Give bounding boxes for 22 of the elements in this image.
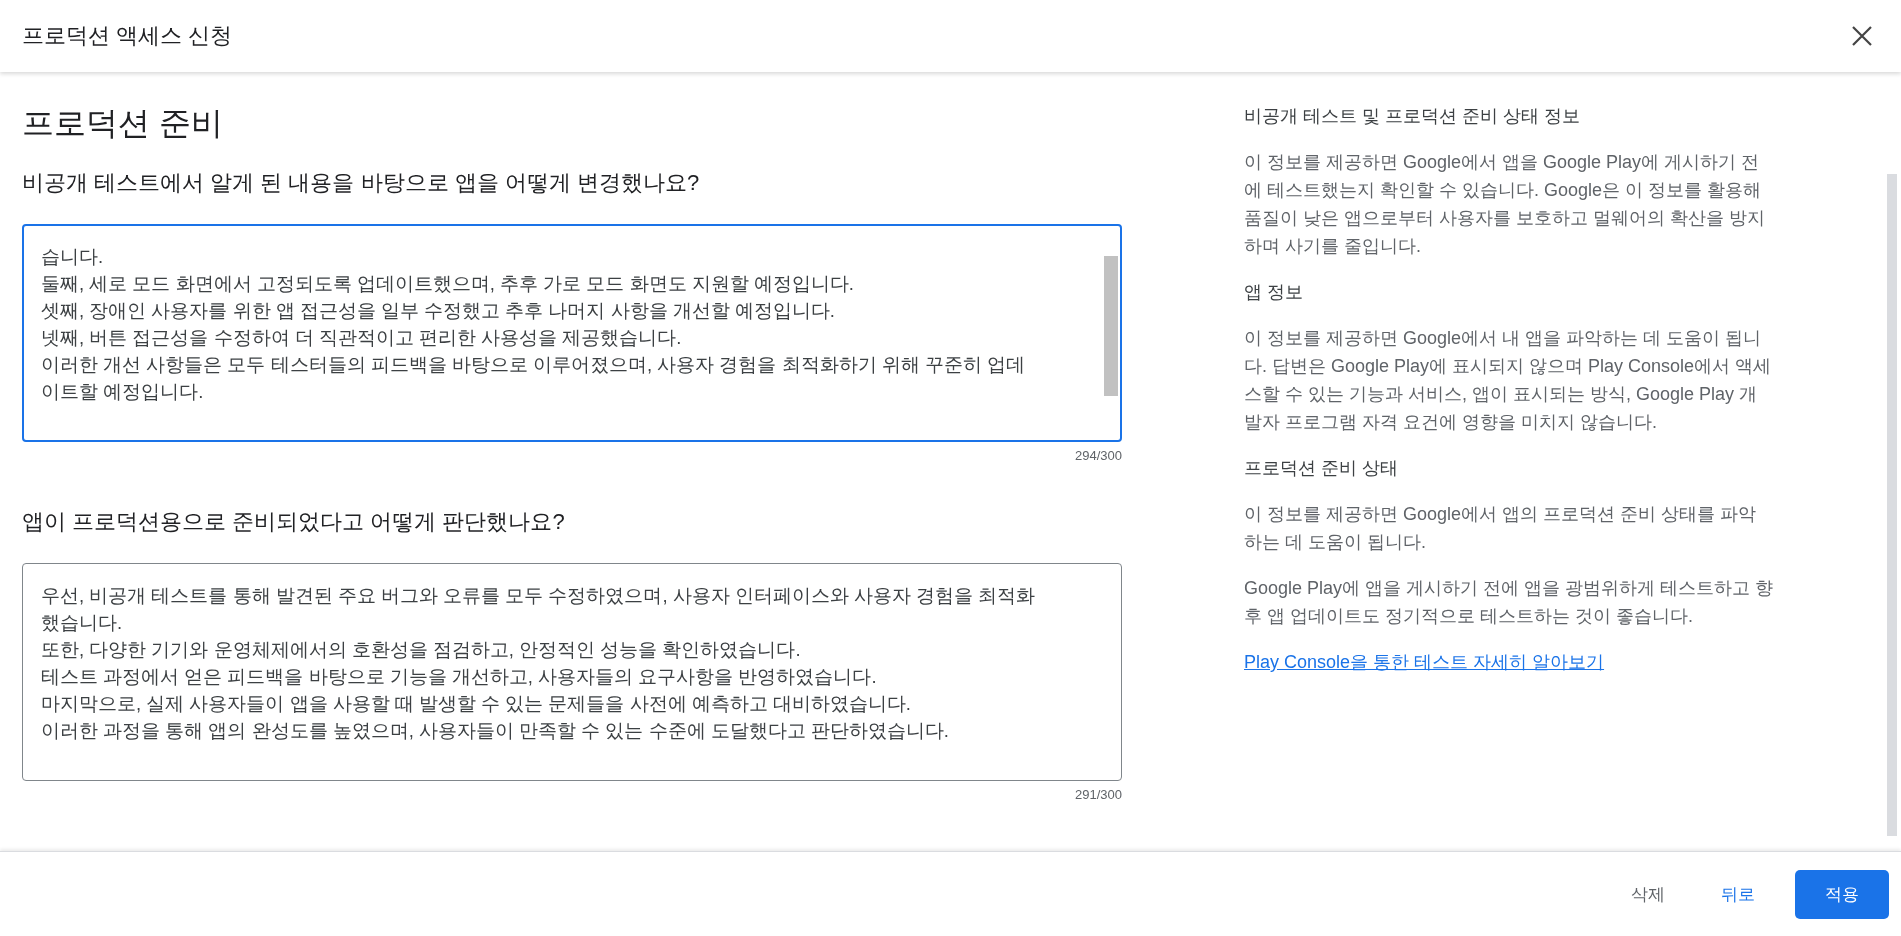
scrollbar[interactable] — [1104, 256, 1118, 396]
answer-field[interactable]: 우선, 비공개 테스트를 통해 발견된 주요 버그와 오류를 모두 수정하였으며, 사용자 인터페이스와 사용자 경험을 최적화 했습니다. 또한, 다양한 기기와 운영체제에서의 호환성을 점검하고, 안정적인 성능을 확인하였습니다. 테스트 과정에서 얻은 피드백을 바탕으로 기능을 개선하고, 사용자들의 요구사항을 반영하였습니다. 마지막으로, 실제 사용자들이 앱을 사용할 때 발생할 수 있는 문제들을 사전에 예측하고 대비하였습니다. 이러한 과정을 통해 앱의 완성도를 높였으며, 사용자들이 만족할 수 있는 수준에 도달했다고 판단하였습니다. — [22, 563, 1122, 781]
answer-field[interactable]: 습니다. 둘째, 세로 모드 화면에서 고정되도록 업데이트했으며, 추후 가로 모드 화면도 지원할 예정입니다. 셋째, 장애인 사용자를 위한 앱 접근성을 일부 수정했고 추후 나머지 사항을 개선할 예정입니다. 넷째, 버튼 접근성을 수정하여 더 직관적이고 편리한 사용성을 제공했습니다. 이러한 개선 사항들은 모두 테스터들의 피드백을 바탕으로 이루어졌으며, 사용자 경험을 최적화하기 위해 꾸준히 업데 이트할 예정입니다. — [22, 224, 1122, 442]
question-label: 비공개 테스트에서 알게 된 내용을 바탕으로 앱을 어떻게 변경했나요? — [22, 169, 701, 197]
help-heading: 프로덕션 준비 상태 — [1244, 457, 1399, 480]
learn-more-link[interactable]: Play Console을 통한 테스트 자세히 알아보기 — [1244, 652, 1605, 672]
help-heading: 앱 정보 — [1244, 281, 1304, 304]
back-button[interactable]: 뒤로 — [1705, 872, 1771, 916]
character-counter: 294/300 — [1075, 448, 1122, 463]
section-title: 프로덕션 준비 — [22, 104, 224, 143]
help-paragraph: Google Play에 앱을 게시하기 전에 앱을 광범위하게 테스트하고 향후 앱 업데이트도 정기적으로 테스트하는 것이 좋습니다. — [1244, 577, 1774, 628]
help-paragraph: 이 정보를 제공하면 Google에서 앱의 프로덕션 준비 상태를 파악하는 데 도움이 됩니다. — [1244, 503, 1758, 554]
apply-button[interactable]: 적용 — [1795, 869, 1889, 919]
help-paragraph: 이 정보를 제공하면 Google에서 내 앱을 파악하는 데 도움이 됩니다. 답변은 Google Play에 표시되지 않으며 Play Console에서 액세스할 수 있는 기능과 서비스, 앱이 표시되는 방식, Google Play 개발자 프로그램 자격 요건에 영향을 미치지 않습니다. — [1244, 327, 1773, 434]
scrollbar[interactable] — [1887, 174, 1897, 836]
character-counter: 291/300 — [1075, 787, 1122, 802]
delete-button[interactable]: 삭제 — [1615, 872, 1681, 916]
dialog-title: 프로덕션 액세스 신청 — [22, 22, 233, 50]
help-paragraph: 이 정보를 제공하면 Google에서 앱을 Google Play에 게시하기 전에 테스트했는지 확인할 수 있습니다. Google은 이 정보를 활용해 품질이 낮은 앱으로부터 사용자를 보호하고 멀웨어의 확산을 방지하며 사기를 줄입니다. — [1244, 151, 1766, 258]
close-icon[interactable] — [1851, 25, 1873, 47]
question-label: 앱이 프로덕션용으로 준비되었다고 어떻게 판단했나요? — [22, 508, 566, 536]
help-heading: 비공개 테스트 및 프로덕션 준비 상태 정보 — [1244, 105, 1581, 128]
